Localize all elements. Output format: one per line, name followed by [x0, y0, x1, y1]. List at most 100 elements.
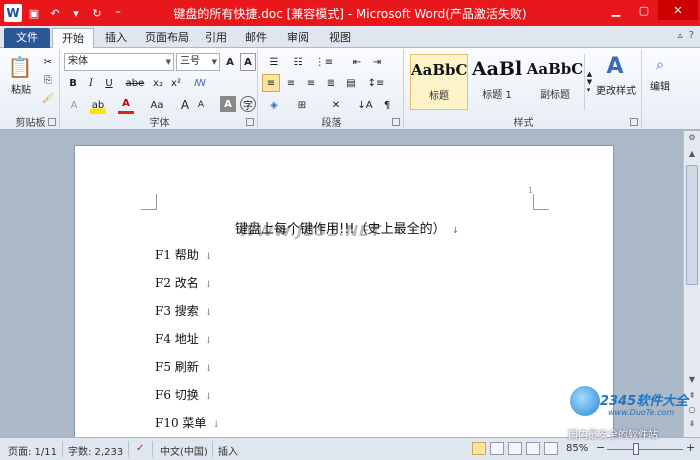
enclose-character-icon[interactable]: 字 — [240, 96, 256, 112]
character-shading-icon[interactable]: A — [220, 96, 236, 112]
divider — [152, 441, 153, 457]
tab-references[interactable]: 引用 — [196, 28, 236, 48]
multilevel-list-icon[interactable]: ⋮≡ — [314, 53, 334, 71]
scroll-thumb[interactable] — [686, 165, 698, 285]
divider — [212, 441, 213, 457]
dialog-launcher-icon[interactable] — [246, 118, 254, 126]
font-color-icon[interactable]: A — [118, 96, 134, 114]
document-line: F6 切换 ↓ — [155, 386, 212, 403]
page-indicator[interactable]: 页面: 1/11 — [8, 443, 57, 458]
align-center-icon[interactable]: ≡ — [282, 74, 300, 92]
ruler-toggle-icon[interactable]: ⚙ — [686, 133, 698, 147]
change-styles-icon[interactable]: A — [598, 52, 632, 80]
paste-icon[interactable]: 📋 — [6, 52, 34, 82]
align-left-icon[interactable]: ≡ — [262, 74, 280, 92]
outline-icon[interactable] — [526, 442, 540, 455]
dialog-launcher-icon[interactable] — [630, 118, 638, 126]
word-count[interactable]: 字数: 2,233 — [68, 443, 123, 458]
minimize-icon[interactable]: ▁ — [602, 0, 630, 20]
chevron-down-icon: ▼ — [211, 58, 217, 66]
insert-mode-indicator[interactable]: 插入 — [218, 443, 238, 458]
proofing-icon[interactable]: ✓ — [136, 443, 144, 454]
zoom-slider-thumb[interactable] — [633, 443, 639, 455]
shrink-font-button[interactable]: A — [194, 96, 208, 114]
style-name: 副标题 — [540, 90, 570, 101]
highlight-icon[interactable]: ab — [90, 96, 106, 114]
bold-button[interactable]: B — [66, 74, 80, 92]
grow-font-button[interactable]: A — [178, 96, 192, 114]
line-spacing-icon[interactable]: ↕≡ — [366, 74, 386, 92]
tab-insert[interactable]: 插入 — [96, 28, 136, 48]
language-indicator[interactable]: 中文(中国) — [160, 443, 208, 458]
tab-mailings[interactable]: 邮件 — [236, 28, 276, 48]
ribbon-right-controls: ▵ ? — [678, 30, 694, 41]
chinese-layout-icon[interactable]: ✕ — [326, 96, 346, 114]
bullets-icon[interactable]: ☰ — [264, 53, 284, 71]
bird-mascot-icon — [570, 386, 600, 416]
font-name-value: 宋体 — [68, 56, 88, 67]
underline-button[interactable]: U — [102, 74, 116, 92]
font-size-combo[interactable]: 三号 ▼ — [176, 53, 220, 71]
font-size-value: 三号 — [180, 56, 200, 67]
document-line: F2 改名 ↓ — [155, 274, 212, 291]
document-page[interactable]: 1 WWW.JB51.NET 键盘上每个键作用!!!（史上最全的） ↓ F1 帮助… — [74, 145, 614, 437]
show-marks-icon[interactable]: ¶ — [378, 96, 396, 114]
copy-icon[interactable]: ⎘ — [40, 72, 56, 88]
distributed-icon[interactable]: ▤ — [342, 74, 360, 92]
superscript-button[interactable]: x² — [168, 74, 184, 92]
crop-mark — [141, 194, 157, 210]
change-case-button[interactable]: Aa — [146, 96, 168, 114]
subscript-button[interactable]: x₂ — [150, 74, 166, 92]
binoculars-icon[interactable]: ⌕ — [648, 54, 672, 76]
font-name-combo[interactable]: 宋体 ▼ — [64, 53, 174, 71]
line-text: F5 刷新 — [155, 360, 199, 374]
paragraph-mark: ↓ — [451, 226, 460, 236]
full-screen-reading-icon[interactable] — [490, 442, 504, 455]
cut-icon[interactable]: ✂ — [40, 54, 56, 70]
crop-mark — [533, 194, 549, 210]
minimize-ribbon-icon[interactable]: ▵ — [678, 30, 683, 41]
ribbon-tabs: 文件 开始 插入 页面布局 引用 邮件 审阅 视图 ▵ ? — [0, 26, 700, 48]
decrease-indent-icon[interactable]: ⇤ — [348, 53, 366, 71]
zoom-out-icon[interactable]: − — [596, 441, 605, 454]
web-layout-icon[interactable] — [508, 442, 522, 455]
align-right-icon[interactable]: ≡ — [302, 74, 320, 92]
print-layout-icon[interactable] — [472, 442, 486, 455]
style-subtitle[interactable]: AaBbC 副标题 — [526, 54, 584, 110]
change-styles-button[interactable]: 更改样式 — [592, 82, 640, 97]
editing-button[interactable]: 编辑 — [644, 78, 676, 93]
style-title[interactable]: AaBbC 标题 — [410, 54, 468, 110]
sort-icon[interactable]: ↓A — [356, 96, 374, 114]
tab-review[interactable]: 审阅 — [278, 28, 318, 48]
scroll-up-icon[interactable]: ▲ — [686, 149, 698, 163]
style-heading-1[interactable]: AaBl 标题 1 — [468, 54, 526, 110]
change-case-icon[interactable]: ꟿ — [192, 74, 208, 92]
paste-button[interactable]: 粘贴 — [6, 82, 36, 96]
maximize-icon[interactable]: ▢ — [630, 0, 658, 20]
zoom-in-icon[interactable]: + — [686, 441, 695, 454]
zoom-slider-track[interactable] — [607, 449, 683, 450]
tab-home[interactable]: 开始 — [52, 28, 94, 48]
help-icon[interactable]: ? — [689, 30, 694, 41]
zoom-level[interactable]: 85% — [566, 443, 588, 454]
strikethrough-button[interactable]: abe — [124, 74, 146, 92]
grow-font-icon[interactable]: A — [222, 53, 238, 71]
format-painter-icon[interactable]: 🖌 — [40, 90, 56, 106]
borders-icon[interactable]: ⊞ — [292, 96, 312, 114]
italic-button[interactable]: I — [84, 74, 98, 92]
tab-page-layout[interactable]: 页面布局 — [136, 28, 198, 48]
dialog-launcher-icon[interactable] — [392, 118, 400, 126]
close-icon[interactable]: ✕ — [658, 0, 698, 20]
clear-format-icon[interactable]: A — [240, 53, 256, 71]
draft-icon[interactable] — [544, 442, 558, 455]
divider — [128, 441, 129, 457]
styles-group: AaBbC 标题 AaBl 标题 1 AaBbC 副标题 ▲ ▼ ▾ A 更改样式 … — [406, 50, 642, 129]
numbering-icon[interactable]: ☷ — [288, 53, 308, 71]
tab-view[interactable]: 视图 — [320, 28, 360, 48]
justify-icon[interactable]: ≣ — [322, 74, 340, 92]
shading-icon[interactable]: ◈ — [264, 96, 284, 114]
tab-file[interactable]: 文件 — [4, 28, 50, 48]
text-effects-icon[interactable]: A — [66, 96, 82, 114]
increase-indent-icon[interactable]: ⇥ — [368, 53, 386, 71]
dialog-launcher-icon[interactable] — [48, 118, 56, 126]
